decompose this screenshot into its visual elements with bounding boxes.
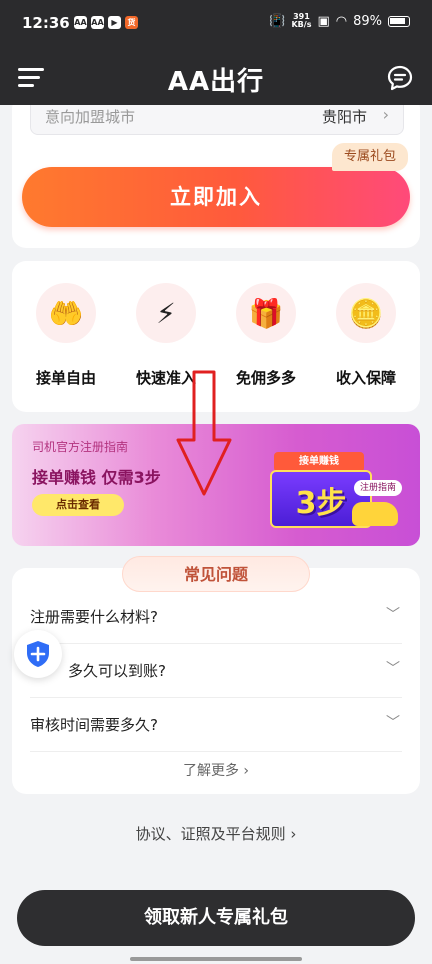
wifi-icon: ◠: [335, 13, 348, 29]
car-illustration: [352, 502, 398, 526]
battery-level: 89%: [353, 13, 382, 29]
vibrate-icon: 📳: [269, 13, 286, 29]
app-notification-icon: AA: [91, 16, 104, 29]
message-icon[interactable]: [386, 64, 414, 92]
safety-shield-button[interactable]: [14, 630, 62, 678]
exclusive-gift-badge: 专属礼包: [331, 143, 408, 171]
play-notification-icon: ▶: [108, 16, 121, 29]
chevron-down-icon: ﹀: [386, 715, 400, 731]
app-notification-icon: 货: [125, 16, 138, 29]
banner-headline: 接单赚钱 仅需3步: [32, 468, 161, 487]
feature-label: 接单自由: [35, 369, 96, 387]
banner-guide-tag: 注册指南: [353, 480, 402, 496]
join-card: 意向加盟城市 贵阳市 › 立即加入 专属礼包: [12, 105, 420, 248]
faq-card: 常见问题 注册需要什么材料? ﹀ 多久可以到账? ﹀ 审核时间需要多久? ﹀ 了…: [12, 556, 420, 794]
banner-view-button[interactable]: 点击查看: [32, 494, 124, 516]
chevron-down-icon: ﹀: [386, 661, 400, 677]
hand-coin-icon: 🤲: [36, 283, 96, 343]
lightning-icon: ⚡: [136, 283, 196, 343]
city-select[interactable]: 意向加盟城市 贵阳市 ›: [30, 105, 404, 135]
gift-icon: 🎁: [236, 283, 296, 343]
app-logo: AA出行: [167, 67, 265, 97]
city-label: 意向加盟城市: [45, 108, 136, 126]
feature-income-guarantee[interactable]: 🪙 收入保障: [316, 283, 416, 388]
app-notification-icon: AA: [74, 16, 87, 29]
faq-item[interactable]: 审核时间需要多久? ﹀: [30, 698, 402, 752]
faq-question: 审核时间需要多久?: [30, 716, 158, 734]
sim-icon: ▣: [317, 13, 330, 29]
status-bar: 12:36 AA AA ▶ 货 📳 391 KB/s ▣ ◠ 89%: [0, 0, 432, 52]
annotation-arrow-down-icon: [176, 370, 232, 496]
faq-item[interactable]: 多久可以到账? ﹀: [30, 644, 402, 698]
faq-question: 多久可以到账?: [68, 662, 166, 680]
learn-more-link[interactable]: 了解更多 ›: [12, 760, 420, 780]
chevron-right-icon: ›: [382, 105, 389, 124]
status-right: 📳 391 KB/s ▣ ◠ 89%: [269, 13, 410, 29]
battery-icon: [388, 15, 410, 27]
status-app-icons: AA AA ▶ 货: [74, 16, 138, 29]
coins-icon: 🪙: [336, 283, 396, 343]
faq-item[interactable]: 注册需要什么材料? ﹀: [30, 590, 402, 644]
claim-newcomer-gift-button[interactable]: 领取新人专属礼包: [17, 890, 415, 946]
shield-plus-icon: [27, 641, 49, 667]
faq-question: 注册需要什么材料?: [30, 608, 158, 626]
status-time: 12:36: [22, 14, 70, 32]
network-speed: 391 KB/s: [291, 12, 312, 29]
banner-ribbon: 接单赚钱: [274, 452, 364, 472]
app-header: AA出行: [0, 52, 432, 105]
feature-label: 收入保障: [335, 369, 396, 387]
home-indicator[interactable]: [130, 957, 302, 961]
rules-link[interactable]: 协议、证照及平台规则 ›: [0, 823, 432, 844]
join-now-button[interactable]: 立即加入: [22, 167, 410, 227]
city-value: 贵阳市: [321, 108, 367, 126]
faq-heading: 常见问题: [122, 556, 310, 592]
banner-title: 司机官方注册指南: [32, 440, 129, 454]
feature-free-orders[interactable]: 🤲 接单自由: [16, 283, 116, 388]
chevron-down-icon: ﹀: [386, 607, 400, 623]
